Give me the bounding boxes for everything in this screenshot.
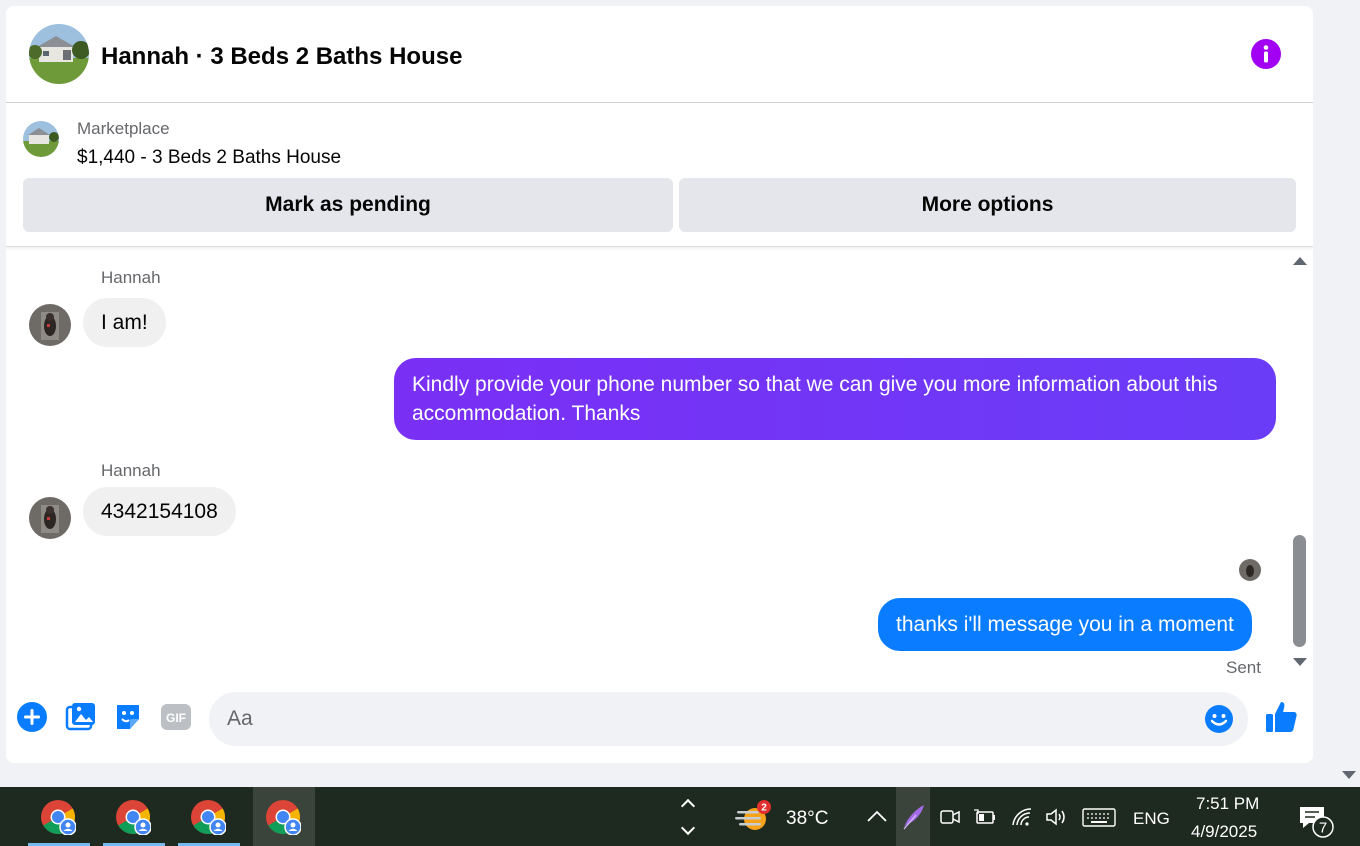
input-language[interactable]: ENG bbox=[1133, 809, 1170, 829]
message-composer: GIF bbox=[6, 677, 1313, 763]
gif-label: GIF bbox=[166, 711, 186, 725]
conversation-avatar[interactable] bbox=[29, 24, 89, 84]
taskbar-chrome-4[interactable] bbox=[253, 787, 315, 846]
hannah-avatar[interactable] bbox=[29, 497, 71, 539]
clock-time[interactable]: 7:51 PM bbox=[1196, 794, 1259, 814]
info-icon[interactable] bbox=[1250, 38, 1282, 70]
seen-by-avatar bbox=[1239, 559, 1261, 581]
weather-icon[interactable]: 2 bbox=[733, 799, 773, 835]
temperature[interactable]: 38°C bbox=[786, 808, 828, 830]
more-options-button[interactable]: More options bbox=[679, 178, 1296, 232]
hannah-avatar[interactable] bbox=[29, 304, 71, 346]
chrome-icon bbox=[266, 800, 301, 835]
message-bubble-outgoing[interactable]: Kindly provide your phone number so that… bbox=[394, 358, 1276, 440]
message-list: Hannah I am! Kindly provide your phone n… bbox=[6, 247, 1313, 677]
page: Hannah · 3 Beds 2 Baths House Marketplac… bbox=[0, 0, 1360, 846]
clock-date[interactable]: 4/9/2025 bbox=[1191, 822, 1257, 842]
chevron-up-icon[interactable] bbox=[680, 798, 696, 814]
message-bubble-incoming[interactable]: 4342154108 bbox=[83, 487, 236, 536]
touch-keyboard-icon[interactable] bbox=[1082, 805, 1116, 829]
scroll-down-arrow[interactable] bbox=[1293, 658, 1307, 666]
scrollbar-thumb[interactable] bbox=[1293, 535, 1306, 647]
chrome-icon bbox=[41, 800, 76, 835]
taskbar-chrome-2[interactable] bbox=[103, 787, 165, 846]
feather-app-icon[interactable] bbox=[896, 787, 930, 846]
message-input[interactable] bbox=[227, 692, 1187, 746]
taskbar-chrome-3[interactable] bbox=[178, 787, 240, 846]
page-scroll-down-arrow[interactable] bbox=[1342, 771, 1356, 779]
gif-icon[interactable]: GIF bbox=[160, 701, 192, 733]
show-hidden-icons-chevron-icon[interactable] bbox=[865, 805, 889, 829]
volume-icon[interactable] bbox=[1044, 805, 1068, 829]
message-status: Sent bbox=[1226, 658, 1261, 677]
thumbs-up-icon[interactable] bbox=[1263, 699, 1299, 735]
sender-name: Hannah bbox=[101, 461, 161, 480]
mark-as-pending-button[interactable]: Mark as pending bbox=[23, 178, 673, 232]
battery-icon[interactable] bbox=[973, 805, 997, 829]
marketplace-label: Marketplace bbox=[77, 119, 170, 138]
meet-now-icon[interactable] bbox=[938, 805, 962, 829]
emoji-icon[interactable] bbox=[1204, 704, 1234, 734]
photo-icon[interactable] bbox=[65, 701, 97, 733]
sender-name: Hannah bbox=[101, 268, 161, 287]
chrome-icon bbox=[191, 800, 226, 835]
message-input-container bbox=[209, 692, 1248, 746]
listing-thumbnail[interactable] bbox=[23, 121, 59, 157]
message-bubble-outgoing[interactable]: thanks i'll message you in a moment bbox=[878, 598, 1252, 651]
listing-title[interactable]: $1,440 - 3 Beds 2 Baths House bbox=[77, 147, 341, 169]
taskbar: 2 38°C ENG 7:51 PM 4/9/2025 7 bbox=[0, 787, 1360, 846]
taskbar-chrome-1[interactable] bbox=[28, 787, 90, 846]
chrome-icon bbox=[116, 800, 151, 835]
chat-window: Hannah · 3 Beds 2 Baths House Marketplac… bbox=[6, 6, 1313, 763]
weather-badge-count: 2 bbox=[761, 803, 767, 814]
sticker-icon[interactable] bbox=[112, 701, 144, 733]
scroll-up-arrow[interactable] bbox=[1293, 257, 1307, 265]
chat-header: Hannah · 3 Beds 2 Baths House bbox=[6, 6, 1313, 103]
message-bubble-incoming[interactable]: I am! bbox=[83, 298, 166, 347]
notification-count: 7 bbox=[1319, 820, 1327, 837]
chevron-down-icon[interactable] bbox=[680, 820, 696, 836]
taskbar-overflow-scroller[interactable] bbox=[676, 787, 702, 846]
marketplace-listing-panel: Marketplace $1,440 - 3 Beds 2 Baths Hous… bbox=[6, 103, 1313, 247]
wifi-icon[interactable] bbox=[1010, 805, 1034, 829]
conversation-title[interactable]: Hannah · 3 Beds 2 Baths House bbox=[101, 43, 462, 71]
plus-icon[interactable] bbox=[16, 701, 48, 733]
notification-center-icon[interactable]: 7 bbox=[1297, 803, 1337, 839]
